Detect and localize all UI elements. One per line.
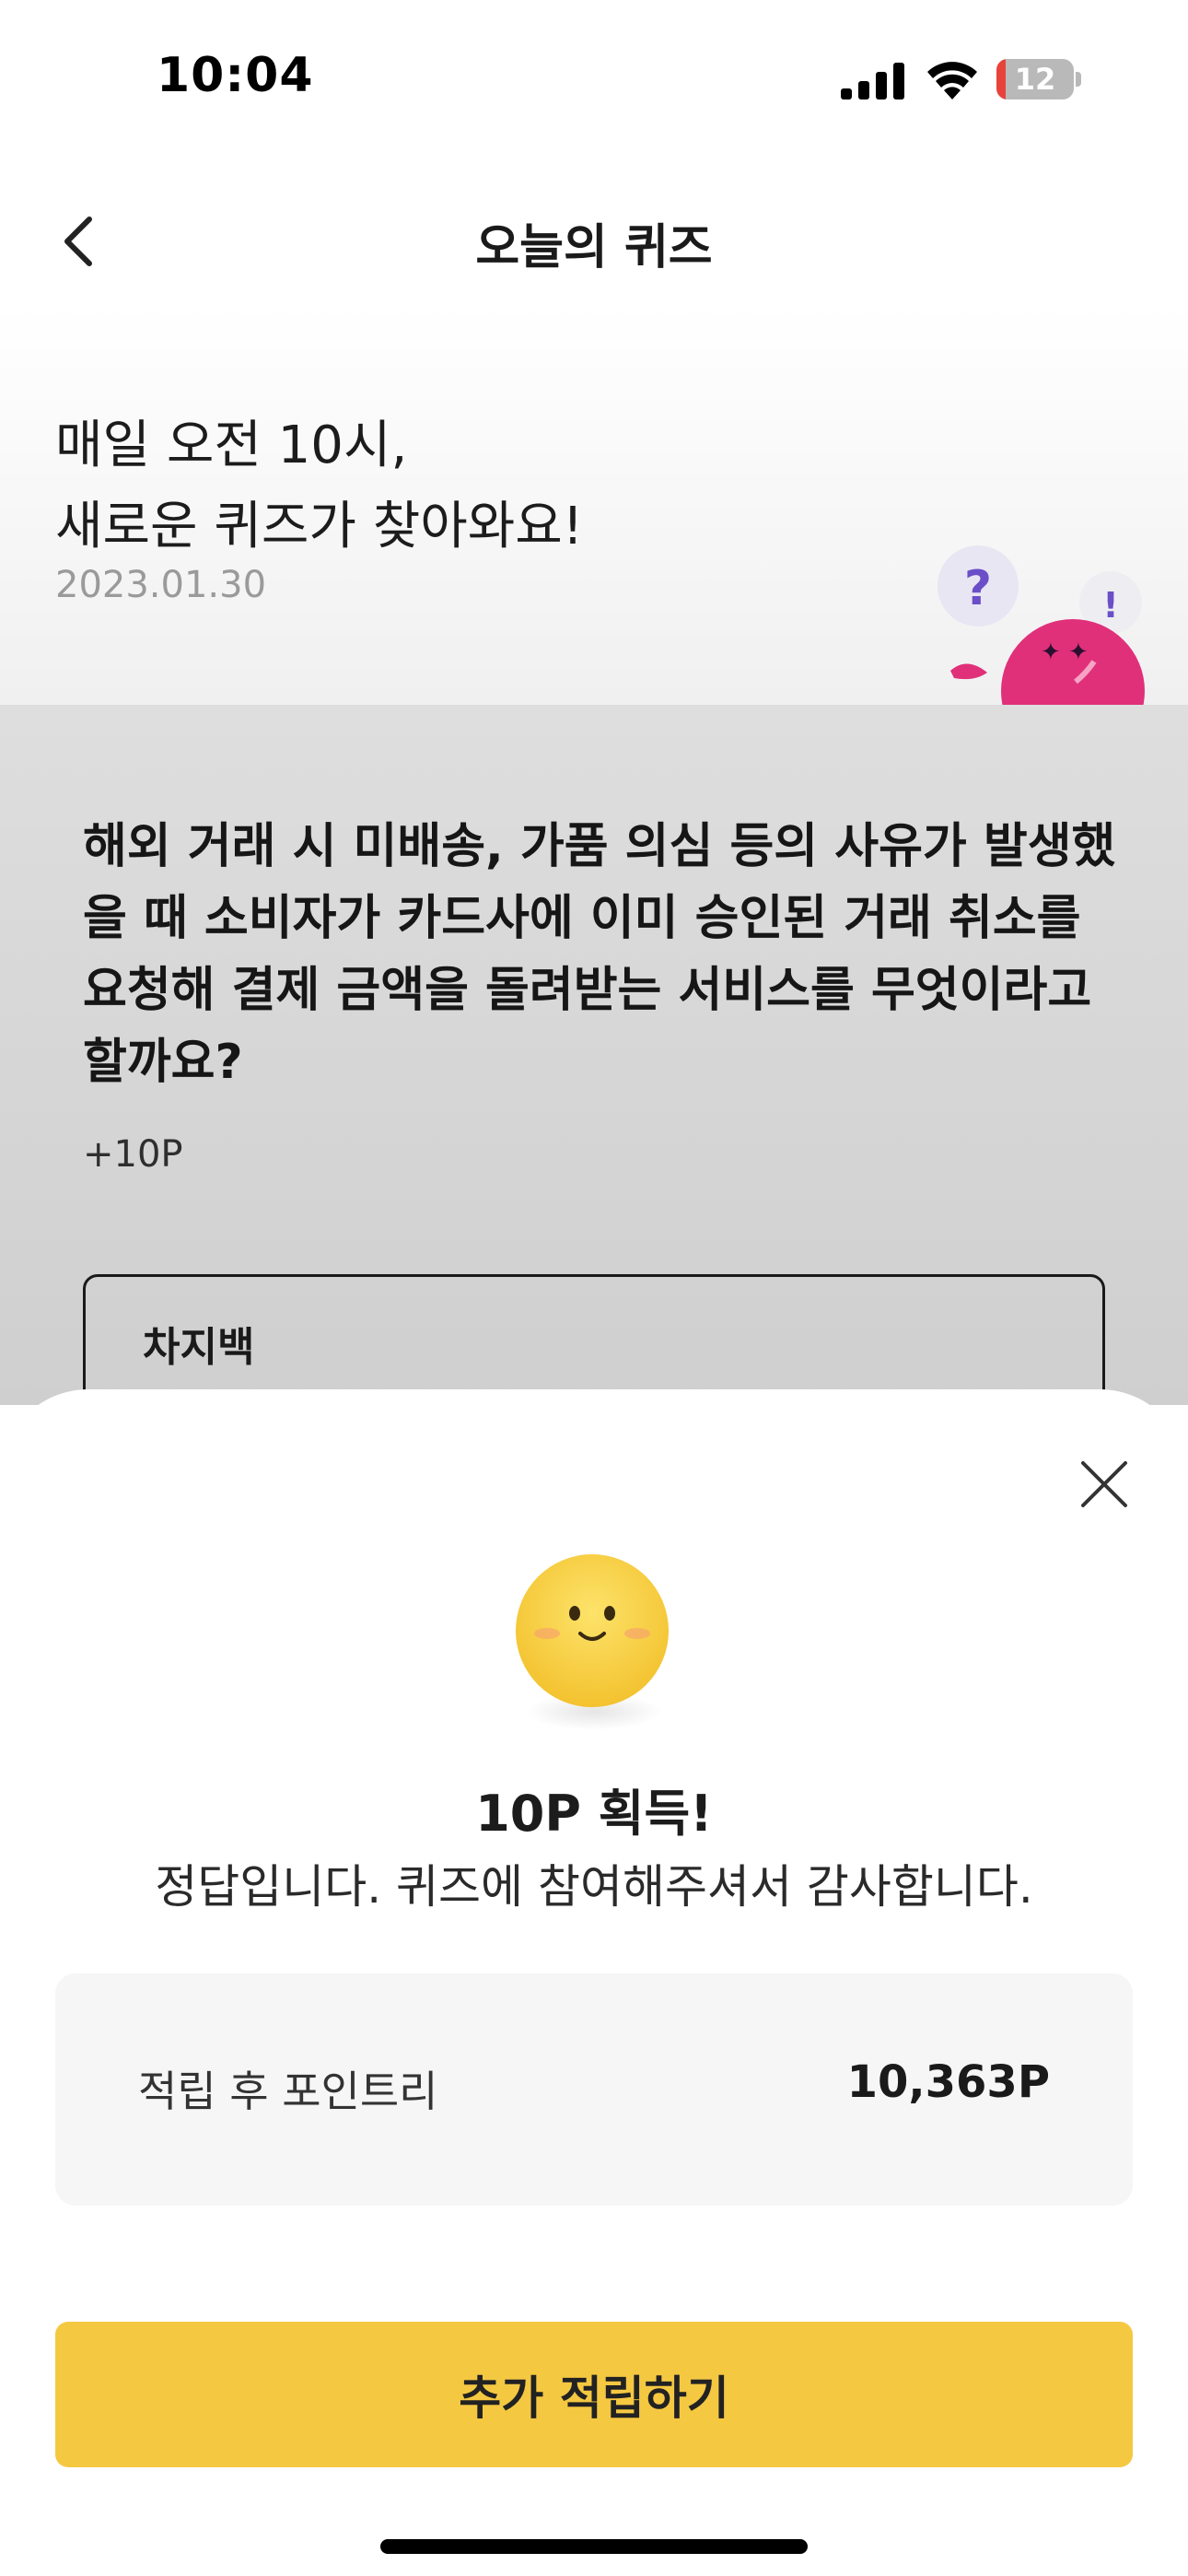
reward-title: 10P 획득! <box>475 1785 713 1843</box>
quiz-question: 해외 거래 시 미배송, 가품 의심 등의 사유가 발생했 을 때 소비자가 카… <box>83 811 1116 1098</box>
smiley-face-icon <box>516 1554 669 1707</box>
mascot-arm <box>950 663 987 680</box>
cellular-signal-icon <box>841 63 904 100</box>
points-label: 적립 후 포인트리 <box>138 2067 438 2116</box>
earn-more-button[interactable]: 추가 적립하기 <box>55 2322 1133 2467</box>
reward-message: 정답입니다. 퀴즈에 참여해주셔서 감사합니다. <box>155 1860 1033 1914</box>
exclaim-mark: ! <box>1102 585 1118 626</box>
battery-cap <box>1076 72 1081 87</box>
close-icon[interactable] <box>1077 1458 1131 1511</box>
question-mark: ? <box>964 561 992 616</box>
battery-body: 12 <box>996 59 1074 100</box>
page-title: 오늘의 퀴즈 <box>475 220 713 275</box>
points-value: 10,363P <box>846 2056 1050 2108</box>
quiz-date: 2023.01.30 <box>55 564 267 606</box>
header-title-line: 매일 오전 10시, <box>55 416 408 475</box>
question-line: 할까요? <box>83 1035 243 1090</box>
question-reward: +10P <box>83 1133 183 1176</box>
mascot-illustration: ? ! ✦ ✦ <box>938 545 1145 705</box>
mascot-eyes: ✦ ✦ <box>1041 638 1089 666</box>
question-line: 요청해 결제 금액을 돌려받는 서비스를 무엇이라고 <box>83 963 1092 1018</box>
header-title: 매일 오전 10시, 새로운 퀴즈가 찾아와요! <box>55 405 583 568</box>
wifi-icon <box>927 62 977 100</box>
status-time: 10:04 <box>157 48 314 103</box>
question-line: 을 때 소비자가 카드사에 이미 승인된 거래 취소를 <box>83 891 1081 946</box>
battery-level-text: 12 <box>1014 62 1056 97</box>
home-indicator[interactable] <box>380 2539 808 2554</box>
header-title-line: 새로운 퀴즈가 찾아와요! <box>55 497 584 556</box>
question-line: 해외 거래 시 미배송, 가품 의심 등의 사유가 발생했 <box>83 819 1116 874</box>
battery-icon: 12 <box>996 59 1081 100</box>
